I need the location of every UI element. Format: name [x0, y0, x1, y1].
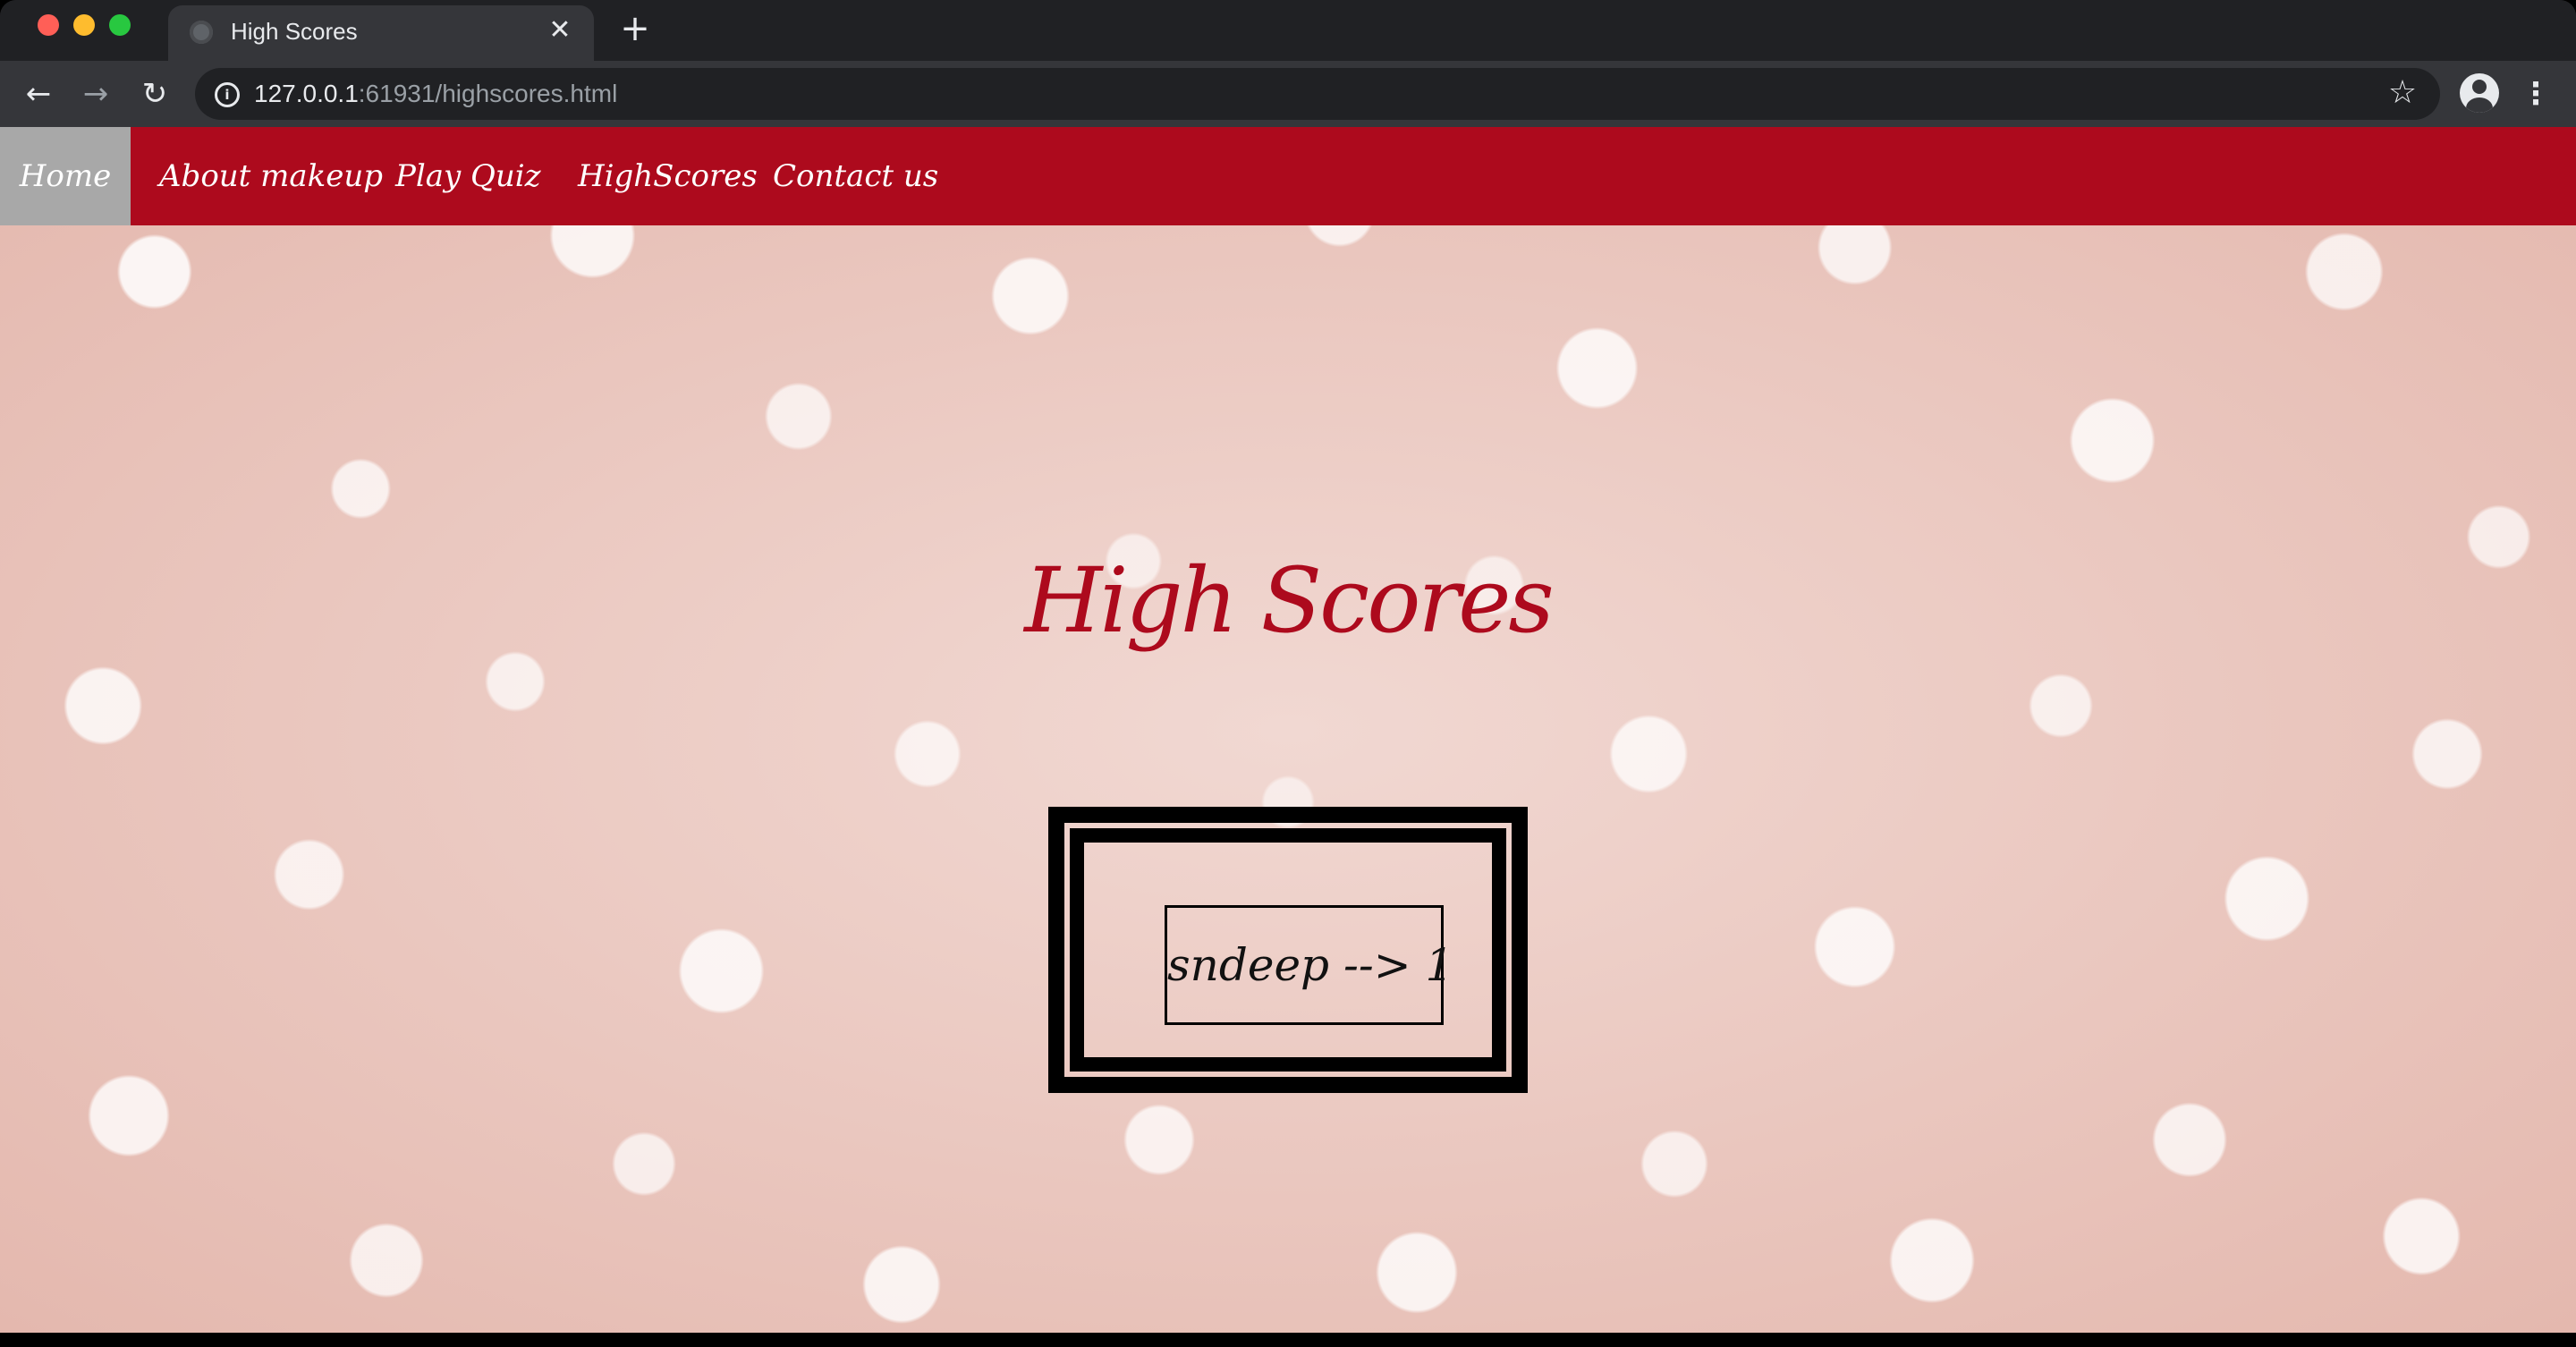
avatar-body — [2466, 97, 2493, 113]
profile-avatar-icon[interactable] — [2460, 73, 2499, 113]
maximize-window-button[interactable] — [109, 14, 131, 36]
nav-play-quiz[interactable]: Play Quiz — [395, 127, 541, 225]
nav-contact-us[interactable]: Contact us — [773, 127, 938, 225]
bookmark-star-icon[interactable]: ☆ — [2385, 75, 2420, 111]
tab-strip: High Scores ✕ + — [0, 0, 2576, 61]
forward-arrow-icon[interactable]: → — [77, 75, 114, 113]
info-icon[interactable]: i — [215, 82, 240, 107]
new-tab-button[interactable]: + — [617, 11, 653, 47]
tab-high-scores[interactable]: High Scores ✕ — [168, 5, 594, 61]
back-arrow-icon[interactable]: ← — [20, 75, 57, 113]
globe-icon — [190, 21, 213, 44]
minimize-window-button[interactable] — [73, 14, 95, 36]
nav-about-makeup[interactable]: About makeup — [159, 127, 383, 225]
more-menu-icon[interactable]: ⋮ — [2521, 75, 2551, 113]
url-text[interactable]: 127.0.0.1:61931/highscores.html — [254, 80, 617, 108]
address-bar[interactable]: i 127.0.0.1:61931/highscores.html ☆ — [195, 68, 2440, 120]
url-host: 127.0.0.1 — [254, 80, 359, 107]
score-entry: sndeep --> 1 — [1165, 905, 1453, 1025]
scores-frame: sndeep --> 1 — [1048, 807, 1528, 1093]
scores-frame-inner: sndeep --> 1 — [1070, 828, 1506, 1072]
reload-icon[interactable]: ↻ — [136, 75, 174, 113]
tab-title: High Scores — [231, 18, 358, 45]
browser-window: High Scores ✕ + ← → ↻ i 127.0.0.1:61931/… — [0, 0, 2576, 1333]
url-path: :61931/highscores.html — [358, 80, 618, 107]
browser-toolbar: ← → ↻ i 127.0.0.1:61931/highscores.html … — [0, 61, 2576, 127]
page-title: High Scores — [1024, 548, 1554, 653]
avatar-head — [2472, 80, 2487, 94]
nav-highscores[interactable]: HighScores — [578, 127, 758, 225]
close-icon[interactable]: ✕ — [544, 14, 576, 47]
page-viewport: Home About makeup Play Quiz HighScores C… — [0, 127, 2576, 1333]
close-window-button[interactable] — [38, 14, 59, 36]
nav-home[interactable]: Home — [0, 127, 131, 225]
site-nav: Home About makeup Play Quiz HighScores C… — [0, 127, 2576, 225]
